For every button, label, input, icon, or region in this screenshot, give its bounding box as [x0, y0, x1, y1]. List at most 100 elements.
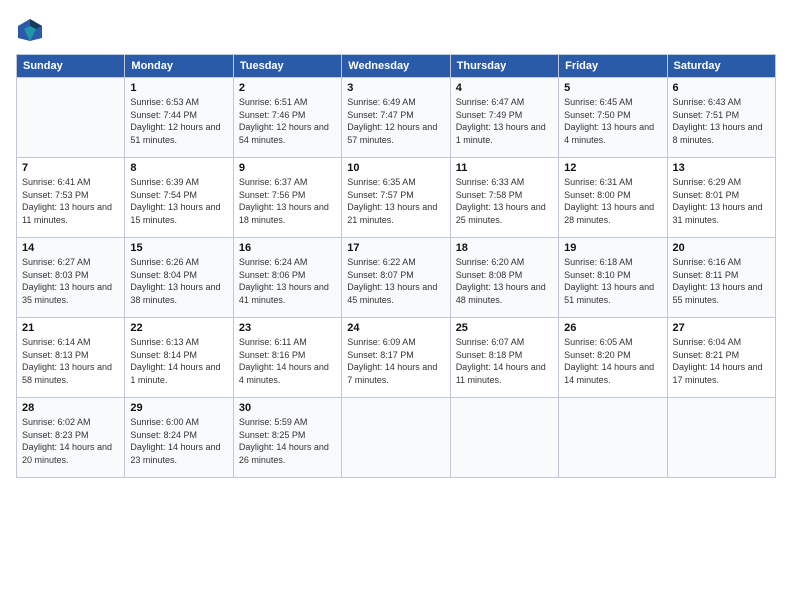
day-number: 30: [239, 402, 336, 414]
weekday-header-row: SundayMondayTuesdayWednesdayThursdayFrid…: [17, 55, 776, 78]
day-cell: [559, 398, 667, 478]
day-number: 14: [22, 242, 119, 254]
day-cell: 13 Sunrise: 6:29 AMSunset: 8:01 PMDayligh…: [667, 158, 775, 238]
day-info: Sunrise: 6:05 AMSunset: 8:20 PMDaylight:…: [564, 336, 661, 386]
day-cell: [450, 398, 558, 478]
day-number: 16: [239, 242, 336, 254]
day-number: 25: [456, 322, 553, 334]
day-number: 7: [22, 162, 119, 174]
day-number: 15: [130, 242, 227, 254]
day-cell: 18 Sunrise: 6:20 AMSunset: 8:08 PMDayligh…: [450, 238, 558, 318]
day-cell: 17 Sunrise: 6:22 AMSunset: 8:07 PMDayligh…: [342, 238, 450, 318]
day-cell: 3 Sunrise: 6:49 AMSunset: 7:47 PMDaylight…: [342, 78, 450, 158]
day-number: 1: [130, 82, 227, 94]
header: [16, 16, 776, 44]
day-number: 11: [456, 162, 553, 174]
day-info: Sunrise: 6:49 AMSunset: 7:47 PMDaylight:…: [347, 96, 444, 146]
day-info: Sunrise: 6:11 AMSunset: 8:16 PMDaylight:…: [239, 336, 336, 386]
day-cell: [17, 78, 125, 158]
day-number: 22: [130, 322, 227, 334]
day-number: 29: [130, 402, 227, 414]
day-info: Sunrise: 6:24 AMSunset: 8:06 PMDaylight:…: [239, 256, 336, 306]
day-cell: 28 Sunrise: 6:02 AMSunset: 8:23 PMDayligh…: [17, 398, 125, 478]
logo-icon: [16, 16, 44, 44]
day-info: Sunrise: 5:59 AMSunset: 8:25 PMDaylight:…: [239, 416, 336, 466]
day-info: Sunrise: 6:45 AMSunset: 7:50 PMDaylight:…: [564, 96, 661, 146]
day-info: Sunrise: 6:51 AMSunset: 7:46 PMDaylight:…: [239, 96, 336, 146]
day-number: 28: [22, 402, 119, 414]
day-cell: 25Sunrise: 6:07 AMSunset: 8:18 PMDayligh…: [450, 318, 558, 398]
day-cell: 30 Sunrise: 5:59 AMSunset: 8:25 PMDayligh…: [233, 398, 341, 478]
day-info: Sunrise: 6:31 AMSunset: 8:00 PMDaylight:…: [564, 176, 661, 226]
day-info: Sunrise: 6:39 AMSunset: 7:54 PMDaylight:…: [130, 176, 227, 226]
day-cell: 9 Sunrise: 6:37 AMSunset: 7:56 PMDaylight…: [233, 158, 341, 238]
week-row-3: 14 Sunrise: 6:27 AMSunset: 8:03 PMDayligh…: [17, 238, 776, 318]
day-info: Sunrise: 6:18 AMSunset: 8:10 PMDaylight:…: [564, 256, 661, 306]
page: SundayMondayTuesdayWednesdayThursdayFrid…: [0, 0, 792, 612]
day-number: 13: [673, 162, 770, 174]
day-number: 23: [239, 322, 336, 334]
calendar-table: SundayMondayTuesdayWednesdayThursdayFrid…: [16, 54, 776, 478]
day-number: 5: [564, 82, 661, 94]
day-cell: 26 Sunrise: 6:05 AMSunset: 8:20 PMDayligh…: [559, 318, 667, 398]
day-number: 4: [456, 82, 553, 94]
day-number: 17: [347, 242, 444, 254]
logo: [16, 16, 48, 44]
day-cell: 19 Sunrise: 6:18 AMSunset: 8:10 PMDayligh…: [559, 238, 667, 318]
day-info: Sunrise: 6:00 AMSunset: 8:24 PMDaylight:…: [130, 416, 227, 466]
week-row-4: 21 Sunrise: 6:14 AMSunset: 8:13 PMDayligh…: [17, 318, 776, 398]
day-info: Sunrise: 6:16 AMSunset: 8:11 PMDaylight:…: [673, 256, 770, 306]
day-cell: 12 Sunrise: 6:31 AMSunset: 8:00 PMDayligh…: [559, 158, 667, 238]
day-number: 3: [347, 82, 444, 94]
day-info: Sunrise: 6:02 AMSunset: 8:23 PMDaylight:…: [22, 416, 119, 466]
day-cell: [342, 398, 450, 478]
day-cell: 8 Sunrise: 6:39 AMSunset: 7:54 PMDaylight…: [125, 158, 233, 238]
day-info: Sunrise: 6:20 AMSunset: 8:08 PMDaylight:…: [456, 256, 553, 306]
day-info: Sunrise: 6:41 AMSunset: 7:53 PMDaylight:…: [22, 176, 119, 226]
day-number: 21: [22, 322, 119, 334]
day-cell: 1Sunrise: 6:53 AMSunset: 7:44 PMDaylight…: [125, 78, 233, 158]
day-info: Sunrise: 6:22 AMSunset: 8:07 PMDaylight:…: [347, 256, 444, 306]
day-cell: 15Sunrise: 6:26 AMSunset: 8:04 PMDayligh…: [125, 238, 233, 318]
week-row-1: 1Sunrise: 6:53 AMSunset: 7:44 PMDaylight…: [17, 78, 776, 158]
day-number: 26: [564, 322, 661, 334]
day-info: Sunrise: 6:09 AMSunset: 8:17 PMDaylight:…: [347, 336, 444, 386]
week-row-5: 28 Sunrise: 6:02 AMSunset: 8:23 PMDayligh…: [17, 398, 776, 478]
weekday-header-tuesday: Tuesday: [233, 55, 341, 78]
day-info: Sunrise: 6:13 AMSunset: 8:14 PMDaylight:…: [130, 336, 227, 386]
day-number: 18: [456, 242, 553, 254]
day-cell: 23 Sunrise: 6:11 AMSunset: 8:16 PMDayligh…: [233, 318, 341, 398]
day-number: 2: [239, 82, 336, 94]
day-cell: 29 Sunrise: 6:00 AMSunset: 8:24 PMDayligh…: [125, 398, 233, 478]
day-info: Sunrise: 6:43 AMSunset: 7:51 PMDaylight:…: [673, 96, 770, 146]
day-cell: 14 Sunrise: 6:27 AMSunset: 8:03 PMDayligh…: [17, 238, 125, 318]
weekday-header-monday: Monday: [125, 55, 233, 78]
day-cell: 10 Sunrise: 6:35 AMSunset: 7:57 PMDayligh…: [342, 158, 450, 238]
day-info: Sunrise: 6:14 AMSunset: 8:13 PMDaylight:…: [22, 336, 119, 386]
day-number: 12: [564, 162, 661, 174]
day-number: 8: [130, 162, 227, 174]
weekday-header-saturday: Saturday: [667, 55, 775, 78]
day-cell: 7 Sunrise: 6:41 AMSunset: 7:53 PMDaylight…: [17, 158, 125, 238]
day-cell: 2 Sunrise: 6:51 AMSunset: 7:46 PMDaylight…: [233, 78, 341, 158]
day-number: 27: [673, 322, 770, 334]
day-info: Sunrise: 6:04 AMSunset: 8:21 PMDaylight:…: [673, 336, 770, 386]
day-number: 9: [239, 162, 336, 174]
day-info: Sunrise: 6:47 AMSunset: 7:49 PMDaylight:…: [456, 96, 553, 146]
day-info: Sunrise: 6:33 AMSunset: 7:58 PMDaylight:…: [456, 176, 553, 226]
day-info: Sunrise: 6:37 AMSunset: 7:56 PMDaylight:…: [239, 176, 336, 226]
day-number: 19: [564, 242, 661, 254]
day-cell: 16 Sunrise: 6:24 AMSunset: 8:06 PMDayligh…: [233, 238, 341, 318]
day-cell: 22 Sunrise: 6:13 AMSunset: 8:14 PMDayligh…: [125, 318, 233, 398]
day-cell: 24Sunrise: 6:09 AMSunset: 8:17 PMDayligh…: [342, 318, 450, 398]
day-cell: 20Sunrise: 6:16 AMSunset: 8:11 PMDayligh…: [667, 238, 775, 318]
day-number: 6: [673, 82, 770, 94]
weekday-header-friday: Friday: [559, 55, 667, 78]
day-cell: 5 Sunrise: 6:45 AMSunset: 7:50 PMDaylight…: [559, 78, 667, 158]
day-cell: 4 Sunrise: 6:47 AMSunset: 7:49 PMDaylight…: [450, 78, 558, 158]
day-info: Sunrise: 6:35 AMSunset: 7:57 PMDaylight:…: [347, 176, 444, 226]
day-info: Sunrise: 6:29 AMSunset: 8:01 PMDaylight:…: [673, 176, 770, 226]
day-info: Sunrise: 6:27 AMSunset: 8:03 PMDaylight:…: [22, 256, 119, 306]
weekday-header-sunday: Sunday: [17, 55, 125, 78]
day-number: 10: [347, 162, 444, 174]
